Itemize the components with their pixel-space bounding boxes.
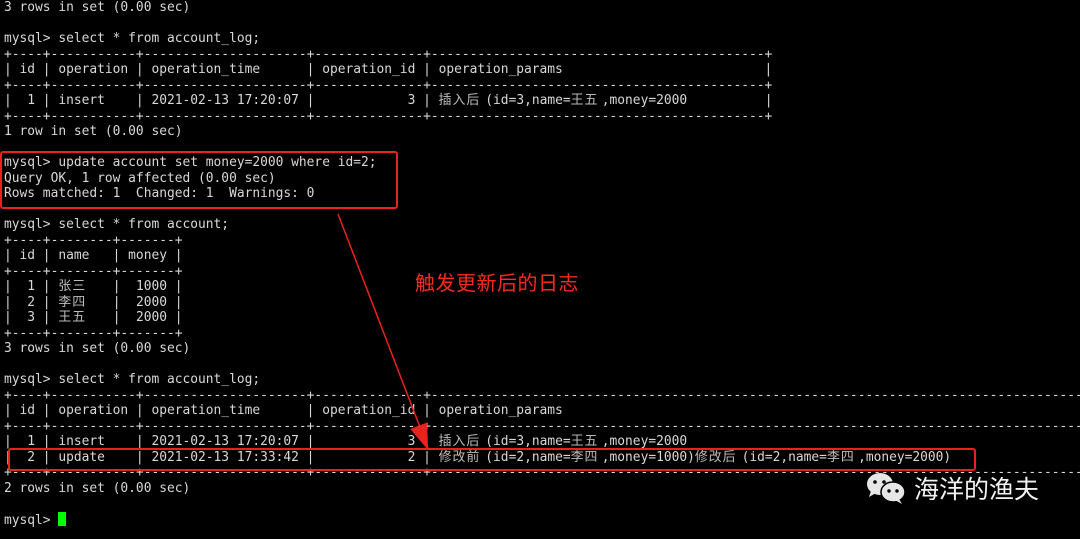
table-row: | 2 | 李四 | 2000 |	[4, 294, 183, 310]
output-line: 1 row in set (0.00 sec)	[4, 124, 183, 139]
cjk-text: 李四	[58, 294, 87, 310]
output-line: 3 rows in set (0.00 sec)	[4, 0, 191, 15]
cjk-text: 王五	[570, 93, 599, 108]
table-border: +----+-----------+---------------------+…	[4, 46, 773, 62]
watermark: 海洋的渔夫	[864, 470, 1039, 506]
watermark-text: 海洋的渔夫	[914, 475, 1040, 504]
table-border: +----+--------+-------+	[4, 325, 183, 341]
command-line: mysql> select * from account_log;	[4, 31, 261, 46]
table-border: +----+-----------+---------------------+…	[4, 387, 1080, 403]
table-border: +----+-----------+---------------------+…	[4, 108, 773, 124]
table-row: | id | operation | operation_time | oper…	[4, 62, 773, 77]
command-line: mysql> select * from account_log;	[4, 372, 261, 387]
table-border: +----+--------+-------+	[4, 232, 183, 248]
cjk-text: 插入后	[438, 93, 481, 108]
cjk-text: 王五	[58, 310, 87, 325]
cjk-text: 张三	[58, 279, 87, 294]
update-statement-highlight	[0, 151, 398, 209]
wechat-icon	[867, 473, 906, 504]
command-line: mysql>	[4, 511, 1080, 528]
table-border: +----+-----------+---------------------+…	[4, 77, 773, 93]
annotation-label: 触发更新后的日志	[415, 271, 579, 295]
table-row: | id | name | money |	[4, 248, 183, 263]
output-line: 3 rows in set (0.00 sec)	[4, 341, 191, 356]
update-log-row-highlight	[8, 448, 976, 471]
table-border: +----+-----------+---------------------+…	[4, 418, 1080, 434]
table-row: | 1 | insert | 2021-02-13 17:20:07 | 3 |…	[4, 93, 773, 108]
table-row: | id | operation | operation_time | oper…	[4, 403, 1080, 418]
table-row: | 3 | 王五 | 2000 |	[4, 310, 183, 325]
command-line: mysql> select * from account;	[4, 217, 230, 232]
terminal-cursor	[58, 511, 67, 526]
